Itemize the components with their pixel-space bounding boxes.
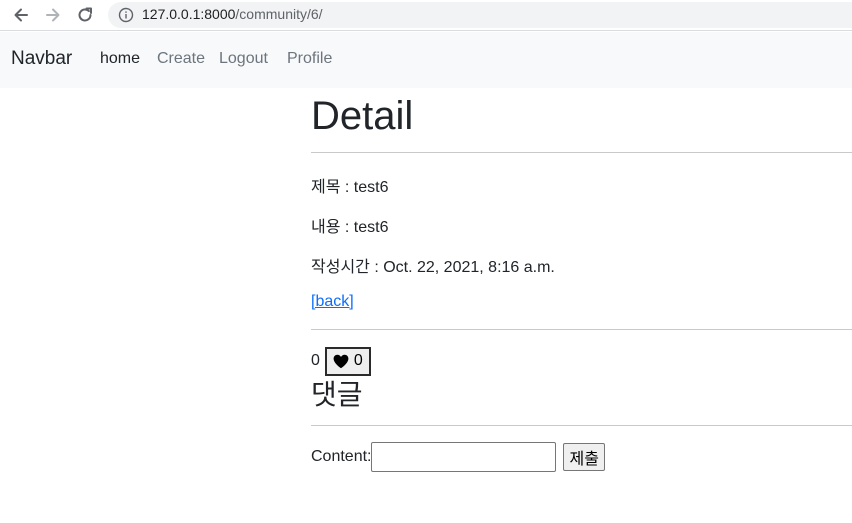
back-button[interactable] (10, 4, 32, 26)
like-section: 0 0 (311, 346, 371, 376)
address-bar[interactable]: 127.0.0.1:8000/community/6/ (108, 2, 852, 28)
comments-heading: 댓글 (311, 378, 363, 411)
like-button-count: 0 (353, 352, 363, 369)
info-icon[interactable] (118, 7, 134, 23)
post-title: 제목 : test6 (311, 179, 389, 196)
divider (311, 329, 852, 330)
divider (311, 425, 852, 426)
post-created-at: 작성시간 : Oct. 22, 2021, 8:16 a.m. (311, 259, 555, 276)
url-path: /community/6/ (235, 6, 323, 22)
reload-icon (78, 7, 92, 22)
url-host: 127.0.0.1:8000 (142, 6, 236, 22)
like-count: 0 (311, 352, 320, 369)
navbar: Navbar home Create Logout Profile (0, 32, 852, 88)
submit-button[interactable]: 제출 (563, 443, 605, 471)
navbar-brand[interactable]: Navbar (11, 48, 72, 70)
page-title: Detail (311, 94, 414, 138)
post-content: 내용 : test6 (311, 219, 389, 236)
forward-button[interactable] (42, 4, 64, 26)
nav-link-profile[interactable]: Profile (287, 50, 332, 68)
url-text[interactable]: 127.0.0.1:8000/community/6/ (142, 6, 323, 22)
nav-link-logout[interactable]: Logout (219, 50, 268, 68)
comment-form: Content: 제출 (311, 442, 605, 472)
nav-link-create[interactable]: Create (157, 50, 205, 68)
reload-button[interactable] (74, 4, 96, 26)
arrow-left-icon (14, 8, 28, 22)
like-button[interactable]: 0 (324, 346, 371, 376)
comment-content-input[interactable] (371, 442, 557, 472)
heart-icon (333, 354, 349, 368)
comment-content-label: Content: (311, 448, 372, 465)
browser-toolbar: 127.0.0.1:8000/community/6/ (0, 0, 852, 31)
nav-link-home[interactable]: home (100, 50, 140, 68)
divider (311, 152, 852, 153)
back-link[interactable]: [back] (311, 293, 354, 311)
arrow-right-icon (46, 8, 60, 22)
